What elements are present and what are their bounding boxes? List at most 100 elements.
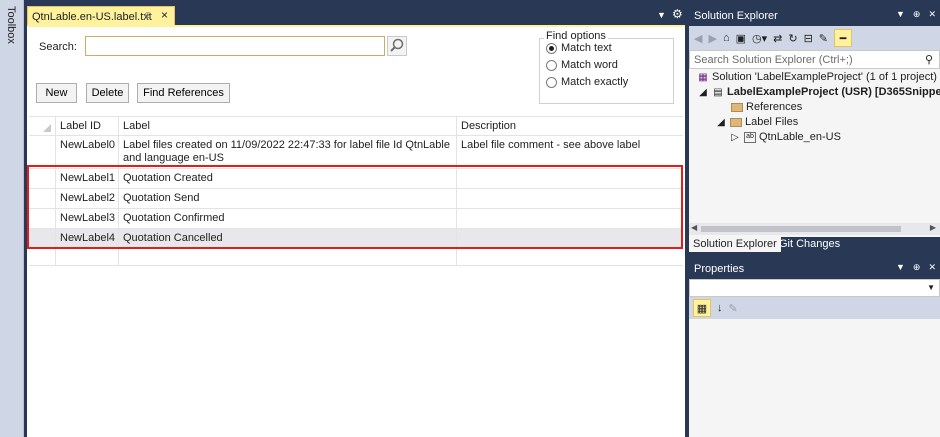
close-icon[interactable]: ✕ bbox=[928, 9, 936, 20]
cell-label-id[interactable]: NewLabel4 bbox=[56, 229, 119, 248]
window-position-dropdown-icon[interactable]: ▼ bbox=[896, 9, 905, 20]
radio-match-text[interactable]: Match text bbox=[546, 42, 612, 54]
search-icon[interactable]: ⚲ bbox=[925, 53, 933, 66]
expanded-arrow-icon[interactable]: ◢ bbox=[715, 117, 727, 128]
solution-explorer-tabs: Solution Explorer Git Changes bbox=[689, 237, 940, 252]
column-header-label[interactable]: Label bbox=[119, 117, 457, 135]
row-header[interactable] bbox=[29, 229, 56, 248]
document-tab[interactable]: QtnLable.en-US.label.txt ⊕ × bbox=[27, 6, 175, 26]
table-row[interactable]: NewLabel2 Quotation Send bbox=[29, 189, 683, 209]
solution-icon: ▦ bbox=[698, 71, 708, 83]
pin-icon[interactable]: ⊕ bbox=[913, 9, 921, 20]
cell-description[interactable] bbox=[457, 189, 683, 208]
solution-explorer-panel: Solution Explorer ▼ ⊕ ✕ ◀ ▶ ⌂ ▣ ◷▾ ⇄ ↻ ⊟… bbox=[689, 5, 940, 252]
cell-description[interactable] bbox=[457, 229, 683, 248]
solution-explorer-search[interactable]: Search Solution Explorer (Ctrl+;) ⚲ bbox=[689, 50, 940, 69]
radio-selected-icon[interactable] bbox=[546, 42, 557, 54]
chevron-down-icon[interactable]: ▼ bbox=[927, 283, 935, 292]
table-row-selected[interactable]: NewLabel4 Quotation Cancelled bbox=[29, 229, 683, 249]
cell-label-id[interactable]: NewLabel0 bbox=[56, 136, 119, 168]
switch-views-icon[interactable]: ▣ bbox=[736, 32, 746, 45]
close-icon[interactable]: ✕ bbox=[928, 262, 936, 273]
close-tab-icon[interactable]: × bbox=[161, 8, 168, 22]
object-selector-dropdown[interactable]: ▼ bbox=[689, 279, 940, 297]
pin-icon[interactable]: ⊕ bbox=[144, 10, 152, 21]
tree-item-references[interactable]: References bbox=[731, 101, 802, 113]
new-row-placeholder[interactable] bbox=[29, 249, 683, 266]
cell-label[interactable] bbox=[119, 249, 457, 265]
toolbox-strip[interactable]: Toolbox bbox=[0, 0, 24, 437]
search-input[interactable] bbox=[85, 36, 385, 56]
tree-item-label-file[interactable]: ▷ ab QtnLable_en-US bbox=[729, 131, 841, 143]
table-row[interactable]: NewLabel3 Quotation Confirmed bbox=[29, 209, 683, 229]
cell-label-id[interactable]: NewLabel2 bbox=[56, 189, 119, 208]
collapse-all-icon[interactable]: ⊟ bbox=[804, 32, 813, 45]
tab-accent-line bbox=[27, 25, 685, 27]
label-grid: Label ID Label Description NewLabel0 Lab… bbox=[29, 116, 683, 266]
cell-label-id[interactable] bbox=[56, 249, 119, 265]
window-position-dropdown-icon[interactable]: ▼ bbox=[896, 262, 905, 273]
gear-icon[interactable]: ⚙ bbox=[672, 7, 683, 21]
cell-description[interactable]: Label file comment - see above label bbox=[457, 136, 683, 168]
tab-solution-explorer[interactable]: Solution Explorer bbox=[689, 237, 781, 252]
expanded-arrow-icon[interactable]: ◢ bbox=[697, 87, 709, 98]
cell-description[interactable] bbox=[457, 169, 683, 188]
radio-match-word[interactable]: Match word bbox=[546, 59, 618, 71]
delete-button[interactable]: Delete bbox=[86, 83, 129, 103]
folder-icon bbox=[731, 102, 743, 112]
cell-label[interactable]: Quotation Cancelled bbox=[119, 229, 457, 248]
cell-description[interactable] bbox=[457, 249, 683, 265]
radio-unselected-icon[interactable] bbox=[546, 76, 557, 88]
row-header[interactable] bbox=[29, 189, 56, 208]
collapsed-arrow-icon[interactable]: ▷ bbox=[729, 132, 741, 143]
properties-toolbar: ▦ ↓ ✎ bbox=[689, 297, 940, 319]
pending-changes-filter-icon[interactable]: ◷▾ bbox=[752, 32, 767, 45]
table-row[interactable]: NewLabel1 Quotation Created bbox=[29, 169, 683, 189]
cell-label[interactable]: Quotation Send bbox=[119, 189, 457, 208]
toolbox-label[interactable]: Toolbox bbox=[5, 6, 17, 44]
panel-title: Properties bbox=[694, 262, 745, 275]
new-button[interactable]: New bbox=[36, 83, 77, 103]
document-tabstrip: QtnLable.en-US.label.txt ⊕ × ▼ ⚙ bbox=[27, 5, 685, 26]
column-header-description[interactable]: Description bbox=[457, 117, 683, 135]
home-icon[interactable]: ⌂ bbox=[723, 32, 730, 44]
search-button[interactable] bbox=[387, 36, 407, 56]
folder-icon bbox=[730, 117, 742, 127]
preview-selected-items-icon[interactable]: ━ bbox=[834, 29, 852, 47]
table-row[interactable]: NewLabel0 Label files created on 11/09/2… bbox=[29, 136, 683, 169]
radio-unselected-icon[interactable] bbox=[546, 59, 557, 71]
tab-list-dropdown-icon[interactable]: ▼ bbox=[657, 10, 666, 20]
forward-icon[interactable]: ▶ bbox=[708, 32, 716, 45]
row-header[interactable] bbox=[29, 249, 56, 265]
select-all-corner[interactable] bbox=[29, 117, 56, 135]
pin-icon[interactable]: ⊕ bbox=[913, 262, 921, 273]
property-pages-icon[interactable]: ✎ bbox=[729, 302, 738, 315]
find-references-button[interactable]: Find References bbox=[137, 83, 230, 103]
scroll-right-icon[interactable]: ▶ bbox=[930, 223, 936, 232]
categorized-icon[interactable]: ▦ bbox=[693, 299, 711, 317]
cell-label-id[interactable]: NewLabel3 bbox=[56, 209, 119, 228]
wrench-icon[interactable]: ✎ bbox=[819, 32, 828, 45]
scrollbar-thumb[interactable] bbox=[701, 226, 901, 232]
scroll-left-icon[interactable]: ◀ bbox=[691, 223, 697, 232]
tree-item-label-files[interactable]: ◢ Label Files bbox=[715, 116, 798, 128]
label-editor-document: QtnLable.en-US.label.txt ⊕ × ▼ ⚙ Search:… bbox=[27, 5, 685, 437]
cell-label[interactable]: Quotation Confirmed bbox=[119, 209, 457, 228]
cell-label-id[interactable]: NewLabel1 bbox=[56, 169, 119, 188]
row-header[interactable] bbox=[29, 209, 56, 228]
sync-icon[interactable]: ⇄ bbox=[773, 32, 782, 45]
row-header[interactable] bbox=[29, 169, 56, 188]
cell-label[interactable]: Quotation Created bbox=[119, 169, 457, 188]
tree-item-solution[interactable]: ▦ Solution 'LabelExampleProject' (1 of 1… bbox=[697, 71, 937, 83]
alphabetical-sort-icon[interactable]: ↓ bbox=[717, 302, 723, 314]
back-icon[interactable]: ◀ bbox=[694, 32, 702, 45]
tab-git-changes[interactable]: Git Changes bbox=[775, 237, 844, 252]
radio-match-exactly[interactable]: Match exactly bbox=[546, 76, 628, 88]
cell-description[interactable] bbox=[457, 209, 683, 228]
refresh-icon[interactable]: ↻ bbox=[788, 32, 797, 45]
cell-label[interactable]: Label files created on 11/09/2022 22:47:… bbox=[119, 136, 457, 168]
horizontal-scrollbar[interactable]: ◀ ▶ bbox=[689, 223, 940, 235]
tree-item-project[interactable]: ◢ ▤ LabelExampleProject (USR) [D365Snipp… bbox=[697, 86, 940, 98]
row-header[interactable] bbox=[29, 136, 56, 168]
column-header-label-id[interactable]: Label ID bbox=[56, 117, 119, 135]
